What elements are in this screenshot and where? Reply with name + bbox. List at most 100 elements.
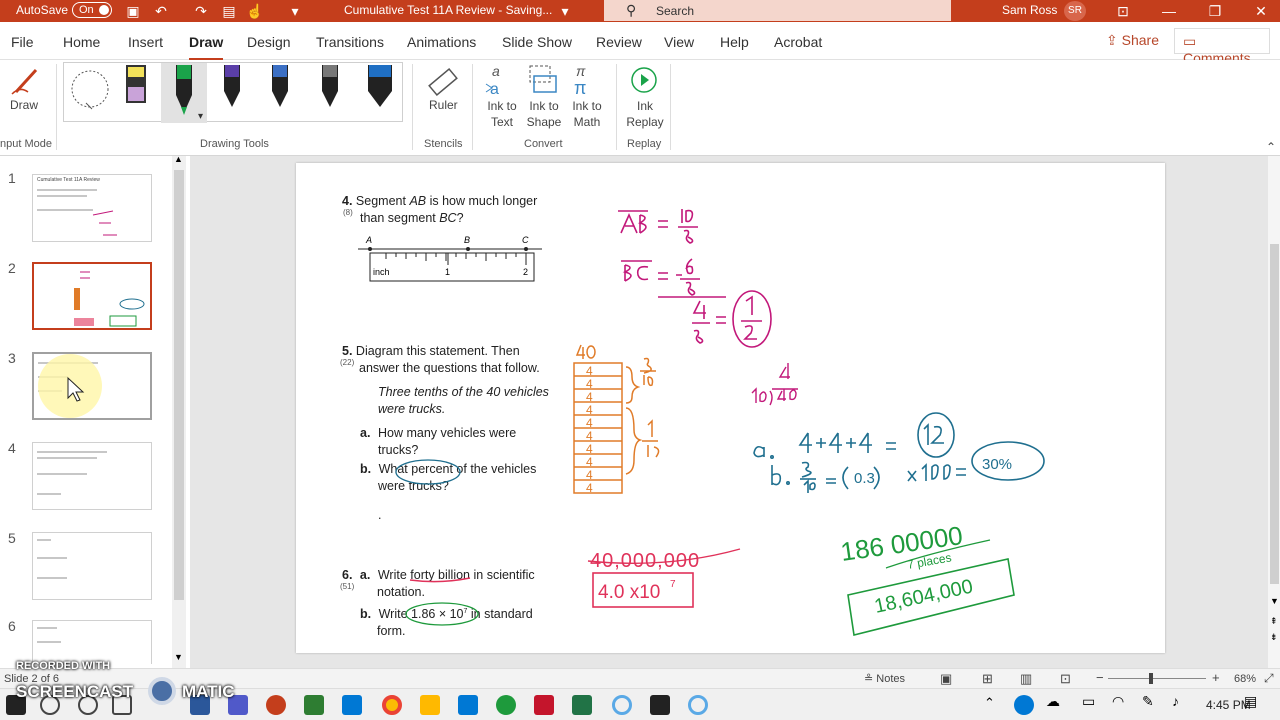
mail-icon[interactable] xyxy=(458,695,478,715)
file-explorer-icon[interactable] xyxy=(420,695,440,715)
slide-thumb-1[interactable]: Cumulative Test 11A Review xyxy=(32,174,152,242)
ink-standard-form: 186 00000 7 places 18,604,000 xyxy=(839,520,1015,636)
ruler-1: 1 xyxy=(445,267,451,277)
q5a-text: trucks? xyxy=(378,443,419,457)
notes-button[interactable]: ≗ Notes xyxy=(864,672,905,685)
svg-text:4: 4 xyxy=(586,364,593,378)
reading-view-icon[interactable]: ▥ xyxy=(1020,671,1032,687)
tab-insert[interactable]: Insert xyxy=(128,34,163,50)
q4-text: Segment xyxy=(355,194,410,208)
onedrive-icon[interactable] xyxy=(1014,695,1034,715)
search-box[interactable]: ⚲ Search xyxy=(604,0,951,21)
zoom-in-icon[interactable]: + xyxy=(1212,670,1220,685)
ink-to-shape-button[interactable]: Ink to Shape xyxy=(522,62,564,132)
maximize-icon[interactable]: ❐ xyxy=(1206,2,1224,20)
slide-show-icon[interactable]: ⊡ xyxy=(1060,671,1071,687)
pen-app-icon[interactable] xyxy=(650,695,670,715)
canvas-scrollbar[interactable]: ▼ ⇞ ⇟ xyxy=(1268,156,1280,668)
svg-text:4.0 x10: 4.0 x10 xyxy=(598,582,660,603)
tab-design[interactable]: Design xyxy=(247,34,291,50)
slide-thumb-4[interactable] xyxy=(32,442,152,510)
tab-slide-show[interactable]: Slide Show xyxy=(502,34,572,50)
q5-text: answer the questions that follow. xyxy=(359,361,540,375)
replay-group-label: Replay xyxy=(627,138,662,150)
ink-replay-button[interactable]: Ink Replay xyxy=(622,62,666,132)
part-label: b. xyxy=(360,607,372,622)
present-icon[interactable]: ▤ xyxy=(220,2,238,20)
chrome-icon[interactable] xyxy=(382,695,402,715)
question-number: 4. xyxy=(342,194,353,208)
ribbon-draw: Draw nput Mode ▾ Drawing Tools Ruler Ste… xyxy=(0,60,1280,156)
comments-button[interactable]: ▭ Comments xyxy=(1174,28,1270,66)
q5-statement-line: Three tenths of the 40 vehicles xyxy=(378,385,549,399)
ink-blue-work xyxy=(753,412,1045,493)
slide-thumb-6[interactable] xyxy=(32,620,152,664)
slide-thumb-2[interactable] xyxy=(31,261,153,331)
tab-transitions[interactable]: Transitions xyxy=(316,34,384,50)
close-icon[interactable]: ✕ xyxy=(1252,2,1270,20)
ink-ab-bc xyxy=(618,209,772,348)
part-label: b. xyxy=(360,462,372,476)
autosave-toggle[interactable]: On xyxy=(72,2,112,18)
tab-acrobat[interactable]: Acrobat xyxy=(774,34,822,50)
convert-group-label: Convert xyxy=(524,138,563,150)
ink-to-text-button[interactable]: aa Ink to Text xyxy=(480,62,522,132)
pen-tray-icon[interactable]: ✎ xyxy=(1142,693,1154,710)
svg-text:7: 7 xyxy=(670,579,676,590)
normal-view-icon[interactable]: ▣ xyxy=(940,671,952,687)
q5-part-b: b. What percent of the vehicles were tru… xyxy=(360,461,536,495)
tray-chevron-icon[interactable]: ⌃ xyxy=(984,695,995,711)
collapse-ribbon-icon[interactable]: ⌃ xyxy=(1266,140,1276,154)
volume-icon[interactable]: ♪ xyxy=(1172,693,1179,709)
fit-to-window-icon[interactable]: ⤢ xyxy=(1264,671,1274,686)
q6a-text: in scientific xyxy=(470,568,535,582)
slide[interactable]: 4. Segment AB is how much longer than se… xyxy=(296,163,1165,653)
ink-to-math-button[interactable]: ππ Ink to Math xyxy=(564,62,608,132)
tab-help[interactable]: Help xyxy=(720,34,749,50)
tab-view[interactable]: View xyxy=(664,34,694,50)
screencast-icon[interactable] xyxy=(612,695,632,715)
ribbon-display-icon[interactable]: ⊡ xyxy=(1114,2,1132,20)
tab-review[interactable]: Review xyxy=(596,34,642,50)
tab-file[interactable]: File xyxy=(11,34,34,50)
wifi-icon[interactable]: ◠ xyxy=(1112,693,1124,710)
zoom-out-icon[interactable]: − xyxy=(1096,670,1104,685)
stray-dot: . xyxy=(378,508,382,522)
tab-home[interactable]: Home xyxy=(63,34,100,50)
zoom-slider-thumb[interactable] xyxy=(1149,673,1154,684)
share-button[interactable]: ⇪ Share xyxy=(1098,28,1167,54)
minimize-icon[interactable]: — xyxy=(1160,2,1178,20)
thumbnail-scrollbar[interactable]: ▲ ▼ xyxy=(172,154,186,668)
touch-mode-icon[interactable]: ☝ xyxy=(246,2,264,20)
watermark-line: MATIC xyxy=(182,682,235,701)
battery-icon[interactable]: ▭ xyxy=(1082,693,1095,710)
acrobat-icon[interactable] xyxy=(534,695,554,715)
powerpoint-window: AutoSave On ▣ ↶ ↷ ▤ ☝ ▾ Cumulative Test … xyxy=(0,0,1280,720)
redo-icon[interactable]: ↷ xyxy=(192,2,210,20)
avatar[interactable]: SR xyxy=(1064,1,1086,21)
screencast-icon-2[interactable] xyxy=(688,695,708,715)
slide-thumb-5[interactable] xyxy=(32,532,152,600)
explorer-icon[interactable] xyxy=(342,695,362,715)
calculator-icon[interactable] xyxy=(304,695,324,715)
cloud-icon[interactable]: ☁ xyxy=(1046,693,1060,710)
title-dropdown-icon[interactable]: ▾ xyxy=(556,2,574,20)
customize-qat-icon[interactable]: ▾ xyxy=(286,2,304,20)
tab-draw[interactable]: Draw xyxy=(189,34,224,61)
ruler-button[interactable]: Ruler xyxy=(420,62,466,118)
undo-icon[interactable]: ↶ xyxy=(152,2,170,20)
slide-sorter-icon[interactable]: ⊞ xyxy=(982,671,993,687)
powerpoint-icon[interactable] xyxy=(266,695,286,715)
svg-text:4: 4 xyxy=(586,390,593,404)
zoom-slider[interactable] xyxy=(1108,673,1206,684)
slide-thumb-3[interactable] xyxy=(32,352,152,420)
app-icon[interactable] xyxy=(496,695,516,715)
zoom-level[interactable]: 68% xyxy=(1234,673,1256,685)
notifications-icon[interactable]: ▤ xyxy=(1244,693,1257,710)
draw-tool-button[interactable]: Draw xyxy=(6,62,46,112)
excel-icon[interactable] xyxy=(572,695,592,715)
save-icon[interactable]: ▣ xyxy=(124,2,142,20)
screencast-logo-icon xyxy=(148,677,176,705)
svg-text:18,604,000: 18,604,000 xyxy=(872,576,974,618)
tab-animations[interactable]: Animations xyxy=(407,34,476,50)
